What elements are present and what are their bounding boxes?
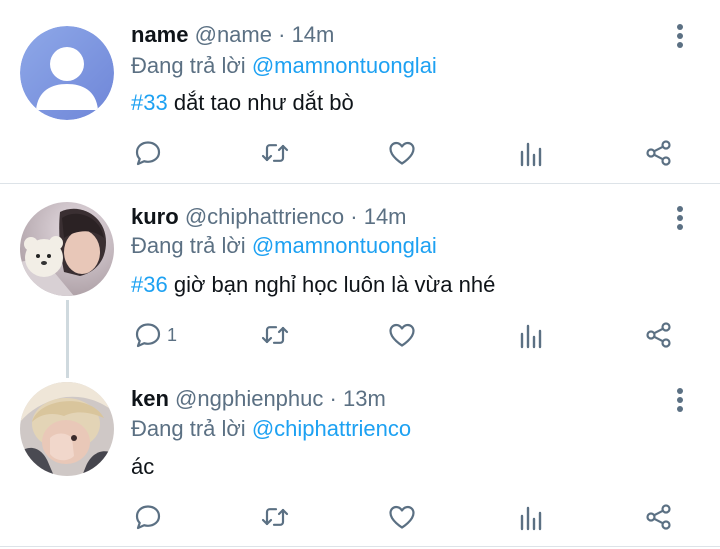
reply-mention[interactable]: @mamnontuonglai: [252, 233, 437, 258]
like-button[interactable]: [387, 138, 417, 168]
tweet-header: ken @ngphienphuc · 13m: [131, 384, 386, 414]
share-icon: [646, 322, 671, 348]
analytics-button[interactable]: [516, 502, 546, 532]
hashtag-link[interactable]: #36: [131, 272, 168, 297]
retweet-button[interactable]: [260, 502, 290, 532]
share-button[interactable]: [644, 138, 674, 168]
avatar[interactable]: [20, 202, 114, 296]
reply-prefix: Đang trả lời: [131, 416, 246, 441]
like-button[interactable]: [387, 502, 417, 532]
reply-button[interactable]: [133, 138, 167, 168]
tweet[interactable]: kuro @chiphattrienco · 14m Đang trả lời …: [0, 184, 720, 374]
reply-prefix: Đang trả lời: [131, 53, 246, 78]
avatar[interactable]: [20, 382, 114, 476]
reply-button[interactable]: 1: [133, 320, 177, 350]
display-name[interactable]: kuro: [131, 204, 179, 229]
retweet-button[interactable]: [260, 138, 290, 168]
reply-prefix: Đang trả lời: [131, 233, 246, 258]
tweet-text: #36 giờ bạn nghỉ học luôn là vừa nhé: [131, 270, 495, 300]
analytics-button[interactable]: [516, 138, 546, 168]
more-options-button[interactable]: [672, 206, 688, 234]
tweet-actions: [0, 502, 720, 532]
separator: ·: [350, 204, 358, 229]
comment-icon: [135, 141, 161, 166]
more-vertical-icon: [677, 24, 683, 30]
display-name[interactable]: ken: [131, 386, 169, 411]
reply-mention[interactable]: @chiphattrienco: [252, 416, 411, 441]
comment-icon: [135, 323, 161, 348]
analytics-icon: [520, 142, 542, 167]
timestamp[interactable]: 13m: [343, 386, 386, 411]
share-icon: [646, 504, 671, 530]
display-name[interactable]: name: [131, 22, 188, 47]
heart-icon: [389, 141, 415, 165]
share-button[interactable]: [644, 502, 674, 532]
like-button[interactable]: [387, 320, 417, 350]
reply-context: Đang trả lời @mamnontuonglai: [131, 51, 437, 81]
avatar[interactable]: [20, 26, 114, 120]
heart-icon: [389, 505, 415, 529]
tweet[interactable]: ken @ngphienphuc · 13m Đang trả lời @chi…: [0, 366, 720, 546]
tweet-text: ác: [131, 452, 154, 482]
tweet-body: giờ bạn nghỉ học luôn là vừa nhé: [167, 272, 496, 297]
tweet-actions: [0, 138, 720, 168]
reply-context: Đang trả lời @chiphattrienco: [131, 414, 411, 444]
reply-count: 1: [167, 324, 178, 345]
separator: ·: [329, 386, 337, 411]
more-vertical-icon: [677, 206, 683, 212]
reply-context: Đang trả lời @mamnontuonglai: [131, 231, 437, 261]
user-handle[interactable]: @name: [195, 22, 272, 47]
tweet-body: dắt tao như dắt bò: [167, 90, 354, 115]
separator: ·: [278, 22, 286, 47]
divider: [0, 546, 720, 547]
analytics-icon: [520, 324, 542, 349]
user-handle[interactable]: @chiphattrienco: [185, 204, 344, 229]
reply-mention[interactable]: @mamnontuonglai: [252, 53, 437, 78]
tweet-text: #33 dắt tao như dắt bò: [131, 88, 354, 118]
tweet-header: name @name · 14m: [131, 20, 334, 50]
share-icon: [646, 140, 671, 166]
analytics-button[interactable]: [516, 320, 546, 350]
share-button[interactable]: [644, 320, 674, 350]
tweet-actions: 1: [0, 320, 720, 350]
analytics-icon: [520, 506, 542, 531]
timestamp[interactable]: 14m: [292, 22, 335, 47]
retweet-icon: [261, 508, 289, 526]
tweet[interactable]: name @name · 14m Đang trả lời @mamnontuo…: [0, 0, 720, 183]
retweet-icon: [261, 144, 289, 162]
heart-icon: [389, 323, 415, 347]
more-vertical-icon: [677, 388, 683, 394]
tweet-header: kuro @chiphattrienco · 14m: [131, 202, 407, 232]
tweet-body: ác: [131, 454, 155, 479]
comment-icon: [135, 505, 161, 530]
more-options-button[interactable]: [672, 24, 688, 52]
retweet-icon: [261, 326, 289, 344]
more-options-button[interactable]: [672, 388, 688, 416]
reply-button[interactable]: [133, 502, 167, 532]
retweet-button[interactable]: [260, 320, 290, 350]
user-handle[interactable]: @ngphienphuc: [175, 386, 323, 411]
hashtag-link[interactable]: #33: [131, 90, 168, 115]
timestamp[interactable]: 14m: [364, 204, 407, 229]
